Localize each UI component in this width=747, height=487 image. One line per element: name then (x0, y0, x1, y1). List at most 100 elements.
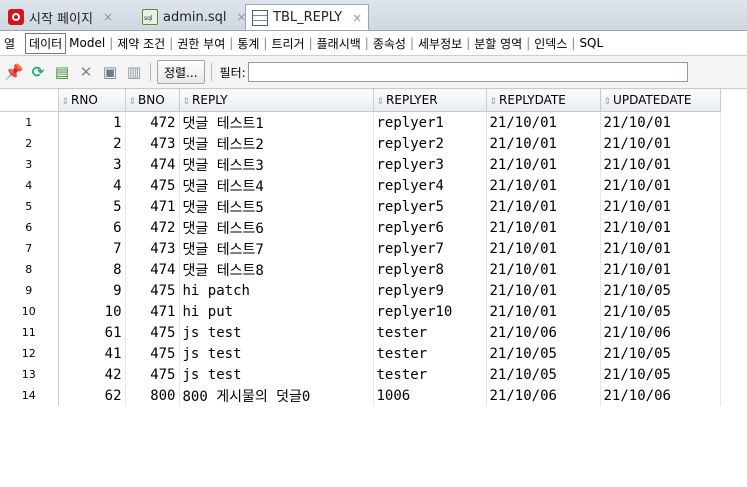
cell-replydate[interactable]: 21/10/06 (486, 385, 601, 406)
cell-replydate[interactable]: 21/10/05 (486, 364, 601, 385)
cell-updatedate[interactable]: 21/10/05 (600, 343, 721, 364)
cell-bno[interactable]: 475 (125, 322, 180, 343)
cell-updatedate[interactable]: 21/10/05 (600, 364, 721, 385)
cell-replydate[interactable]: 21/10/06 (486, 322, 601, 343)
cell-updatedate[interactable]: 21/10/01 (600, 196, 721, 217)
table-row[interactable]: 9 9 475 hi patch replyer9 21/10/01 21/10/05 (0, 280, 721, 301)
cell-bno[interactable]: 475 (125, 364, 180, 385)
cell-updatedate[interactable]: 21/10/05 (600, 280, 721, 301)
cell-bno[interactable]: 473 (125, 238, 180, 259)
cell-rno[interactable]: 5 (58, 196, 126, 217)
subtab-flashback[interactable]: 플래시백 (314, 35, 364, 52)
cell-updatedate[interactable]: 21/10/01 (600, 111, 721, 133)
table-row[interactable]: 5 5 471 댓글 테스트5 replyer5 21/10/01 21/10/01 (0, 196, 721, 217)
cell-reply[interactable]: hi put (179, 301, 374, 322)
cell-rno[interactable]: 1 (58, 111, 126, 133)
cell-bno[interactable]: 474 (125, 259, 180, 280)
cell-reply[interactable]: 댓글 테스트8 (179, 259, 374, 280)
cell-bno[interactable]: 471 (125, 301, 180, 322)
cell-replydate[interactable]: 21/10/01 (486, 133, 601, 154)
cell-replydate[interactable]: 21/10/01 (486, 301, 601, 322)
subtab-dependencies[interactable]: 종속성 (370, 35, 409, 52)
cell-reply[interactable]: hi patch (179, 280, 374, 301)
cell-rno[interactable]: 2 (58, 133, 126, 154)
cell-rno[interactable]: 61 (58, 322, 126, 343)
cell-updatedate[interactable]: 21/10/06 (600, 385, 721, 406)
cell-replyer[interactable]: tester (373, 364, 487, 385)
cell-updatedate[interactable]: 21/10/01 (600, 175, 721, 196)
cell-reply[interactable]: 댓글 테스트3 (179, 154, 374, 175)
rollback-icon[interactable]: ▥ (124, 62, 144, 82)
cell-bno[interactable]: 473 (125, 133, 180, 154)
row-number[interactable]: 4 (0, 175, 59, 196)
cell-reply[interactable]: 댓글 테스트6 (179, 217, 374, 238)
cell-updatedate[interactable]: 21/10/01 (600, 133, 721, 154)
table-row[interactable]: 1 1 472 댓글 테스트1 replyer1 21/10/01 21/10/01 (0, 111, 721, 133)
cell-bno[interactable]: 475 (125, 175, 180, 196)
subtab-indexes[interactable]: 인덱스 (531, 35, 570, 52)
table-row[interactable]: 14 62 800 800 게시물의 덧글0 1006 21/10/06 21/10/06 (0, 385, 721, 406)
subtab-columns[interactable]: 열 (0, 35, 25, 52)
close-icon[interactable]: × (103, 10, 113, 24)
cell-reply[interactable]: js test (179, 364, 374, 385)
row-number[interactable]: 10 (0, 301, 59, 322)
cell-replydate[interactable]: 21/10/01 (486, 280, 601, 301)
insert-row-icon[interactable]: ▤ (52, 62, 72, 82)
cell-updatedate[interactable]: 21/10/01 (600, 217, 721, 238)
table-row[interactable]: 6 6 472 댓글 테스트6 replyer6 21/10/01 21/10/01 (0, 217, 721, 238)
table-row[interactable]: 12 41 475 js test tester 21/10/05 21/10/05 (0, 343, 721, 364)
tab-admin-sql[interactable]: admin.sql × (136, 4, 253, 30)
row-number[interactable]: 6 (0, 217, 59, 238)
row-number[interactable]: 5 (0, 196, 59, 217)
cell-replyer[interactable]: replyer10 (373, 301, 487, 322)
subtab-partitions[interactable]: 분할 영역 (471, 35, 525, 52)
row-number[interactable]: 3 (0, 154, 59, 175)
cell-replyer[interactable]: replyer7 (373, 238, 487, 259)
cell-replyer[interactable]: replyer9 (373, 280, 487, 301)
cell-updatedate[interactable]: 21/10/01 (600, 259, 721, 280)
table-row[interactable]: 4 4 475 댓글 테스트4 replyer4 21/10/01 21/10/01 (0, 175, 721, 196)
column-header-rno[interactable]: ⇕ RNO (57, 88, 126, 112)
cell-bno[interactable]: 475 (125, 280, 180, 301)
table-row[interactable]: 3 3 474 댓글 테스트3 replyer3 21/10/01 21/10/01 (0, 154, 721, 175)
subtab-triggers[interactable]: 트리거 (268, 35, 307, 52)
cell-bno[interactable]: 472 (125, 111, 180, 133)
column-header-replyer[interactable]: ⇕ REPLYER (372, 88, 487, 112)
cell-replydate[interactable]: 21/10/01 (486, 217, 601, 238)
column-header-reply[interactable]: ⇕ REPLY (178, 88, 374, 112)
cell-replydate[interactable]: 21/10/01 (486, 238, 601, 259)
cell-replyer[interactable]: replyer3 (373, 154, 487, 175)
cell-bno[interactable]: 800 (125, 385, 180, 406)
row-number[interactable]: 2 (0, 133, 59, 154)
commit-icon[interactable]: ▣ (100, 62, 120, 82)
row-number[interactable]: 13 (0, 364, 59, 385)
tab-tbl-reply[interactable]: TBL_REPLY × (245, 4, 370, 30)
cell-rno[interactable]: 6 (58, 217, 126, 238)
cell-replydate[interactable]: 21/10/01 (486, 175, 601, 196)
table-row[interactable]: 2 2 473 댓글 테스트2 replyer2 21/10/01 21/10/01 (0, 133, 721, 154)
table-row[interactable]: 10 10 471 hi put replyer10 21/10/01 21/10/05 (0, 301, 721, 322)
column-header-bno[interactable]: ⇕ BNO (124, 88, 180, 112)
cell-replyer[interactable]: replyer5 (373, 196, 487, 217)
subtab-data[interactable]: 데이터 (25, 32, 67, 54)
cell-replydate[interactable]: 21/10/01 (486, 259, 601, 280)
subtab-model[interactable]: Model (66, 36, 108, 50)
subtab-constraints[interactable]: 제약 조건 (114, 35, 168, 52)
cell-reply[interactable]: js test (179, 322, 374, 343)
cell-reply[interactable]: 댓글 테스트1 (179, 111, 374, 133)
table-row[interactable]: 7 7 473 댓글 테스트7 replyer7 21/10/01 21/10/01 (0, 238, 721, 259)
table-row[interactable]: 8 8 474 댓글 테스트8 replyer8 21/10/01 21/10/01 (0, 259, 721, 280)
cell-rno[interactable]: 7 (58, 238, 126, 259)
cell-bno[interactable]: 472 (125, 217, 180, 238)
cell-reply[interactable]: 댓글 테스트4 (179, 175, 374, 196)
cell-replyer[interactable]: 1006 (373, 385, 487, 406)
pin-icon[interactable]: 📌 (4, 62, 24, 82)
row-number[interactable]: 14 (0, 385, 59, 406)
cell-replydate[interactable]: 21/10/01 (486, 111, 601, 133)
cell-replyer[interactable]: replyer4 (373, 175, 487, 196)
cell-rno[interactable]: 3 (58, 154, 126, 175)
cell-rno[interactable]: 4 (58, 175, 126, 196)
cell-replydate[interactable]: 21/10/01 (486, 154, 601, 175)
cell-reply[interactable]: 댓글 테스트5 (179, 196, 374, 217)
cell-replyer[interactable]: replyer8 (373, 259, 487, 280)
